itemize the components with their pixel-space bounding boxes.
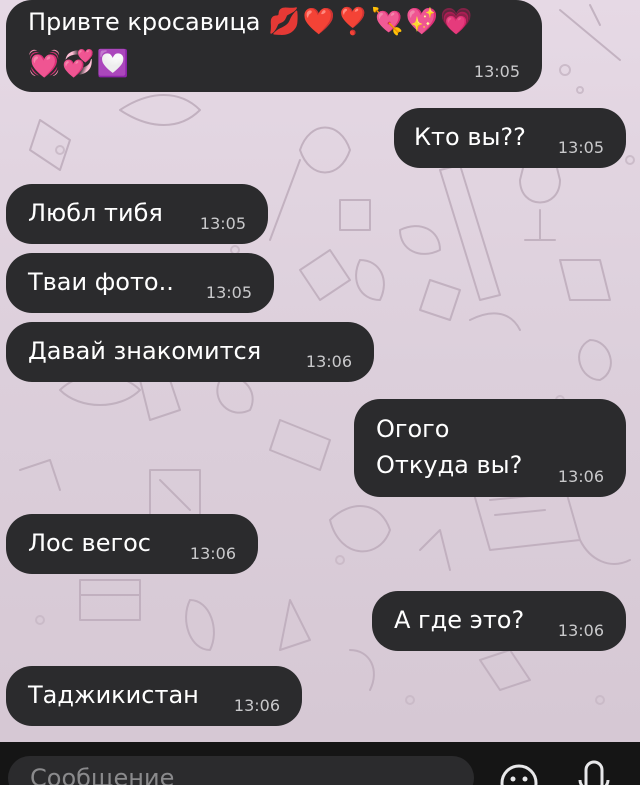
- message-bubble-outgoing[interactable]: Кто вы?? 13:05: [394, 108, 626, 168]
- message-bubble-incoming[interactable]: Привте кросавица 💋❤️❣️💘💖💗 💓💞💟 13:05: [6, 0, 542, 92]
- message-text: Привте кросавица: [28, 8, 261, 36]
- message-bubble-incoming[interactable]: Давай знакомится 13:06: [6, 322, 374, 382]
- message-time: 13:06: [305, 352, 352, 371]
- message-input[interactable]: Сообщение: [8, 756, 474, 785]
- emoji-icon[interactable]: [498, 762, 540, 785]
- microphone-icon[interactable]: [574, 758, 614, 785]
- message-bubble-outgoing[interactable]: Огого Откуда вы? 13:06: [354, 399, 626, 497]
- message-text: Таджикистан: [28, 681, 199, 709]
- message-bubble-outgoing[interactable]: А где это? 13:06: [372, 591, 626, 651]
- message-time: 13:05: [557, 138, 604, 157]
- message-text: А где это?: [394, 606, 525, 634]
- message-time: 13:06: [557, 621, 604, 640]
- message-text: Кто вы??: [414, 123, 526, 151]
- message-time: 13:05: [205, 283, 252, 302]
- emoji-heart-icons: 💓💞💟: [28, 49, 132, 79]
- message-text: Тваи фото..: [28, 268, 174, 296]
- message-text: Любл тибя: [28, 199, 163, 227]
- message-composer: Сообщение: [0, 742, 640, 785]
- message-time: 13:05: [473, 62, 520, 81]
- message-text: Лос вегос: [28, 529, 151, 557]
- message-text: Огого Откуда вы?: [376, 415, 523, 479]
- message-time: 13:06: [189, 544, 236, 563]
- message-time: 13:06: [233, 696, 280, 715]
- message-bubble-incoming[interactable]: Любл тибя 13:05: [6, 184, 268, 244]
- emoji-heart-icons: 💋❤️❣️💘💖💗: [268, 7, 475, 37]
- message-bubble-incoming[interactable]: Лос вегос 13:06: [6, 514, 258, 574]
- message-text: Давай знакомится: [28, 337, 262, 365]
- message-time: 13:05: [199, 214, 246, 233]
- message-bubble-incoming[interactable]: Тваи фото.. 13:05: [6, 253, 274, 313]
- message-time: 13:06: [557, 467, 604, 486]
- message-bubble-incoming[interactable]: Таджикистан 13:06: [6, 666, 302, 726]
